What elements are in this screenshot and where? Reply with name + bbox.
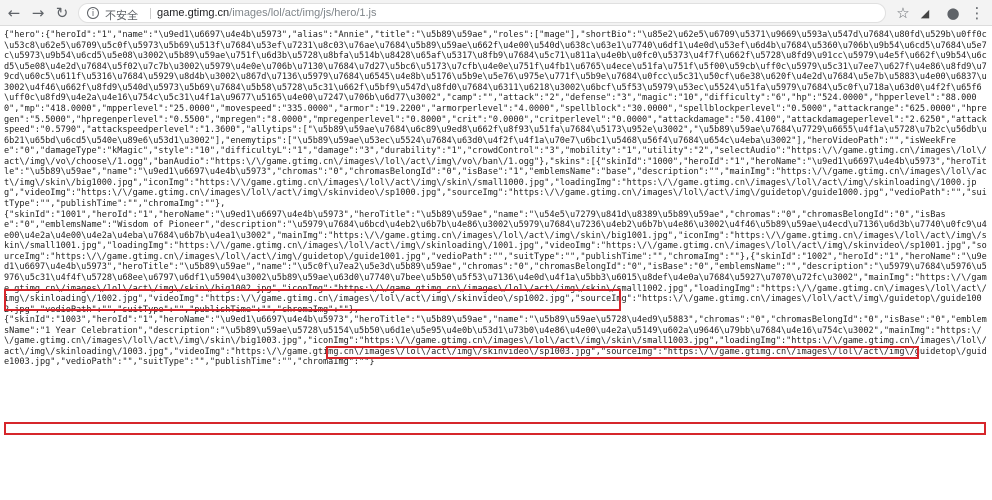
url-text[interactable]: game.gtimg.cn/images/lol/act/img/js/hero… <box>157 7 377 19</box>
url-path: /images/lol/act/img/js/hero/1.js <box>229 7 377 19</box>
security-label[interactable]: 不安全 <box>105 7 138 23</box>
page-content: {"hero":{"heroId":"1","name":"\u9ed1\u66… <box>0 27 992 500</box>
menu-icon[interactable]: ⋮ <box>967 3 987 23</box>
star-icon[interactable]: ☆ <box>893 3 913 23</box>
browser-toolbar: ← → ↻ i 不安全 game.gtimg.cn/images/lol/act… <box>0 0 992 26</box>
address-divider <box>150 8 151 19</box>
url-host: game.gtimg.cn <box>157 7 230 19</box>
info-warning-icon[interactable]: i <box>87 7 99 19</box>
profile-icon[interactable]: ● <box>943 3 963 23</box>
highlight-skin-1003 <box>4 422 986 435</box>
back-arrow-icon[interactable]: ← <box>4 3 24 23</box>
address-bar[interactable]: i 不安全 game.gtimg.cn/images/lol/act/img/j… <box>78 3 886 23</box>
forward-arrow-icon[interactable]: → <box>28 3 48 23</box>
reload-icon[interactable]: ↻ <box>52 3 72 23</box>
extension-icon[interactable]: ◢ <box>915 3 935 23</box>
json-response-text: {"hero":{"heroId":"1","name":"\u9ed1\u66… <box>4 30 987 368</box>
